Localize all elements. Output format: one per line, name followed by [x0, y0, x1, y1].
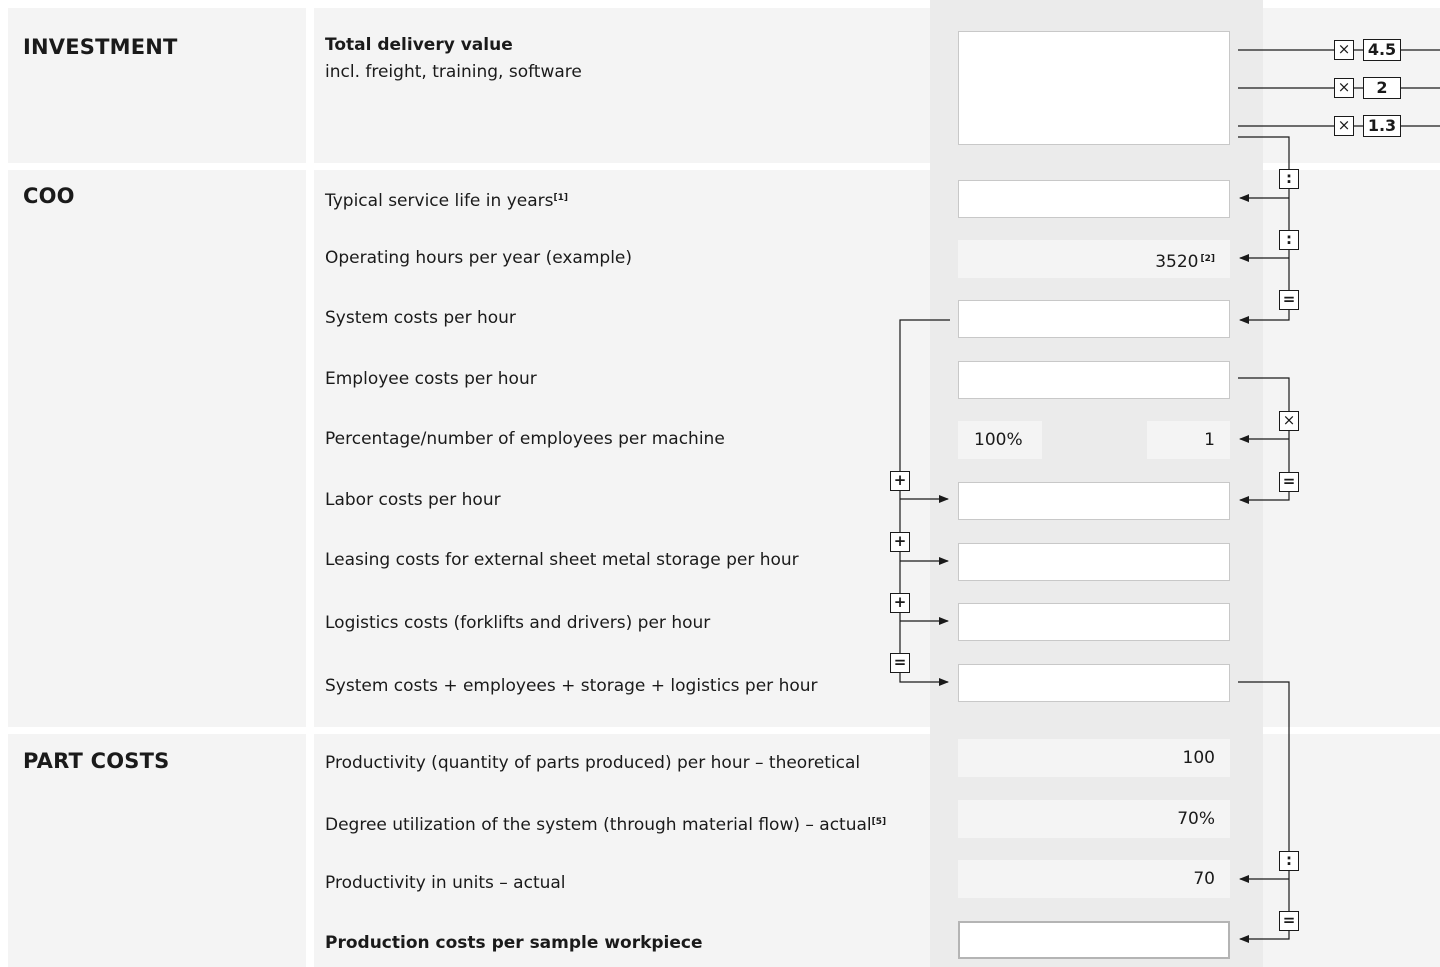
times-operator: ×	[1279, 411, 1299, 431]
divide-operator: :	[1279, 230, 1299, 250]
times-operator: ×	[1334, 78, 1354, 98]
divide-operator: :	[1279, 169, 1299, 189]
plus-operator: +	[890, 532, 910, 552]
formula-connectors	[899, 49, 1440, 943]
equals-operator: =	[1279, 472, 1299, 492]
equals-operator: =	[1279, 290, 1299, 310]
times-operator: ×	[1334, 40, 1354, 60]
times-operator: ×	[1334, 116, 1354, 136]
multiplier-value: 2	[1363, 77, 1401, 99]
equals-operator: =	[890, 653, 910, 673]
multiplier-value: 4.5	[1363, 39, 1401, 61]
plus-operator: +	[890, 471, 910, 491]
divide-operator: :	[1279, 851, 1299, 871]
equals-operator: =	[1279, 911, 1299, 931]
multiplier-value: 1.3	[1363, 115, 1401, 137]
plus-operator: +	[890, 593, 910, 613]
